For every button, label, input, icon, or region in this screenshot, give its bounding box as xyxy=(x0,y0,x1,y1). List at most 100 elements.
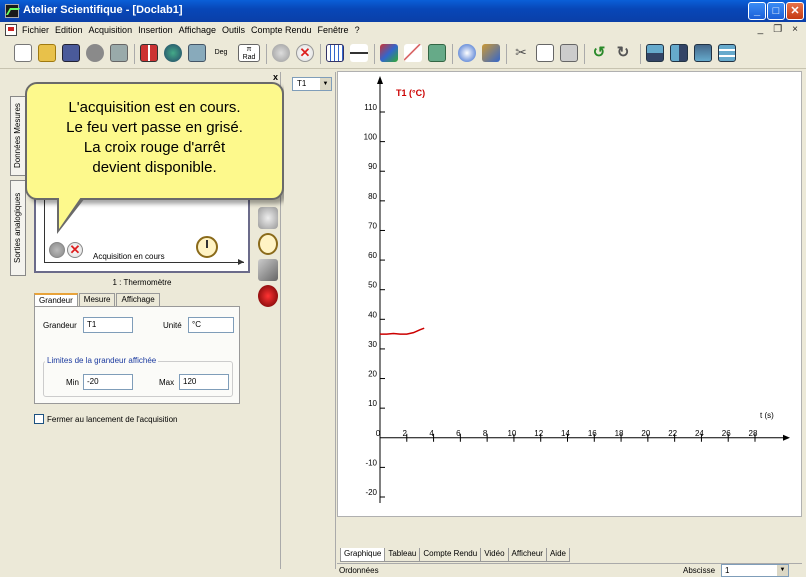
curve-icon[interactable] xyxy=(404,44,422,62)
x-tick-label: 24 xyxy=(695,429,704,438)
window-title: Atelier Scientifique - [Doclab1] xyxy=(23,4,183,16)
sensor-probe-icon[interactable] xyxy=(140,44,158,62)
toolbar-separator xyxy=(266,44,267,64)
tab-affichage[interactable]: Affichage xyxy=(116,293,160,306)
x-tick-label: 6 xyxy=(456,429,461,438)
redo-icon[interactable]: ↻ xyxy=(614,44,632,62)
hammer-icon[interactable] xyxy=(258,259,278,281)
y-tick-label: 80 xyxy=(368,192,377,201)
print-preview-icon[interactable] xyxy=(86,44,104,62)
print-icon[interactable] xyxy=(110,44,128,62)
new-document-icon[interactable] xyxy=(14,44,32,62)
unite-field[interactable]: °C xyxy=(188,317,234,333)
maximize-button[interactable]: □ xyxy=(767,2,785,20)
chevron-down-icon[interactable]: ▼ xyxy=(320,78,331,90)
ordonnees-label: Ordonnées xyxy=(339,566,379,575)
green-light-button[interactable] xyxy=(49,242,65,258)
mdi-restore-button[interactable]: ❐ xyxy=(773,24,782,35)
tab-afficheur[interactable]: Afficheur xyxy=(507,548,547,562)
annotation-icon[interactable] xyxy=(458,44,476,62)
menu-item[interactable]: Insertion xyxy=(138,25,173,35)
model-icon[interactable] xyxy=(428,44,446,62)
bottom-strip xyxy=(337,517,802,547)
menu-items: Fichier Edition Acquisition Insertion Affich… xyxy=(22,25,360,35)
x-tick-label: 18 xyxy=(615,429,624,438)
x-tick-label: 2 xyxy=(403,429,408,438)
mdi-close-button[interactable]: × xyxy=(792,24,798,35)
callout-tail-fill xyxy=(59,197,81,229)
undo-icon[interactable]: ↺ xyxy=(590,44,608,62)
menu-item[interactable]: Compte Rendu xyxy=(251,25,312,35)
y-tick-label: -10 xyxy=(365,458,377,467)
layout-stacked-icon[interactable] xyxy=(718,44,736,62)
close-on-start-checkbox[interactable] xyxy=(34,414,44,424)
close-button[interactable]: ✕ xyxy=(786,2,804,20)
menu-item[interactable]: ? xyxy=(355,25,360,35)
sensor-select-value: T1 xyxy=(297,79,307,88)
acquisition-icon[interactable] xyxy=(164,44,182,62)
toolbar-separator xyxy=(374,44,375,64)
panel-close-button[interactable]: x xyxy=(273,72,278,82)
tab-compte-rendu[interactable]: Compte Rendu xyxy=(419,548,482,562)
tab-tableau[interactable]: Tableau xyxy=(384,548,421,562)
stop-cross-button[interactable]: ✕ xyxy=(67,242,83,258)
save-icon[interactable] xyxy=(62,44,80,62)
thermometer-probe-icon[interactable] xyxy=(258,207,278,229)
abscisse-value: 1 xyxy=(725,566,730,575)
abscisse-label: Abscisse xyxy=(683,566,716,575)
callout-line: L'acquisition est en cours. xyxy=(68,99,241,116)
menu-item[interactable]: Edition xyxy=(55,25,83,35)
tools-icon[interactable] xyxy=(188,44,206,62)
y-tick-label: 20 xyxy=(368,370,377,379)
y-tick-label: 10 xyxy=(368,399,377,408)
sensor-select[interactable]: T1 ▼ xyxy=(292,77,332,91)
table-icon[interactable] xyxy=(326,44,344,62)
brush-icon[interactable] xyxy=(482,44,500,62)
tab-aide[interactable]: Aide xyxy=(545,548,570,562)
multi-curve-icon[interactable] xyxy=(380,44,398,62)
cut-icon[interactable]: ✂ xyxy=(512,44,530,62)
callout-line: devient disponible. xyxy=(92,159,217,176)
tab-grandeur[interactable]: Grandeur xyxy=(34,293,78,307)
y-tick-label: 70 xyxy=(368,221,377,230)
x-tick-label: 14 xyxy=(561,429,570,438)
menu-item[interactable]: Fichier xyxy=(22,25,49,35)
tab-mesure[interactable]: Mesure xyxy=(78,293,116,306)
abscisse-select[interactable]: 1 ▼ xyxy=(721,564,789,577)
document-icon xyxy=(5,24,17,36)
start-acquisition-icon[interactable] xyxy=(272,44,290,62)
layout-horizontal-icon[interactable] xyxy=(646,44,664,62)
copy-icon[interactable] xyxy=(536,44,554,62)
series-line xyxy=(380,327,425,335)
stopwatch-icon xyxy=(196,236,218,258)
max-field[interactable]: 120 xyxy=(179,374,229,390)
close-on-start-option[interactable]: Fermer au lancement de l'acquisition xyxy=(34,414,177,424)
vtab-sorties-analogiques[interactable]: Sorties analogiques xyxy=(10,180,26,276)
minimize-button[interactable]: _ xyxy=(748,2,766,20)
graph-area[interactable]: -20 -10 10 20 30 40 50 60 70 80 90 100 110 0 2 4 6 8 10 12 1… xyxy=(337,71,802,517)
chevron-down-icon[interactable]: ▼ xyxy=(777,565,788,576)
open-folder-icon[interactable] xyxy=(38,44,56,62)
y-tick-label: 30 xyxy=(368,340,377,349)
mdi-minimize-button[interactable]: _ xyxy=(758,24,764,35)
grandeur-field[interactable]: T1 xyxy=(83,317,133,333)
min-field[interactable]: -20 xyxy=(83,374,133,390)
menu-item[interactable]: Affichage xyxy=(179,25,216,35)
menu-item[interactable]: Acquisition xyxy=(89,25,133,35)
vtab-donnees-mesures[interactable]: Données Mesures xyxy=(10,96,26,176)
menu-item[interactable]: Fenêtre xyxy=(318,25,349,35)
menu-bar: Fichier Edition Acquisition Insertion Affich… xyxy=(0,22,806,39)
trigger-icon[interactable] xyxy=(258,285,278,307)
stop-acquisition-icon[interactable]: ✕ xyxy=(296,44,314,62)
deg-mode-button[interactable]: Deg xyxy=(212,44,230,62)
paste-icon[interactable] xyxy=(560,44,578,62)
callout-line: La croix rouge d'arrêt xyxy=(83,139,226,156)
tab-video[interactable]: Vidéo xyxy=(480,548,509,562)
menu-item[interactable]: Outils xyxy=(222,25,245,35)
stopwatch-icon[interactable] xyxy=(258,233,278,255)
tab-graphique[interactable]: Graphique xyxy=(340,548,386,562)
layout-single-icon[interactable] xyxy=(694,44,712,62)
rad-mode-button[interactable]: π Rad xyxy=(238,44,260,62)
crosshair-icon[interactable] xyxy=(350,44,368,62)
layout-vertical-icon[interactable] xyxy=(670,44,688,62)
